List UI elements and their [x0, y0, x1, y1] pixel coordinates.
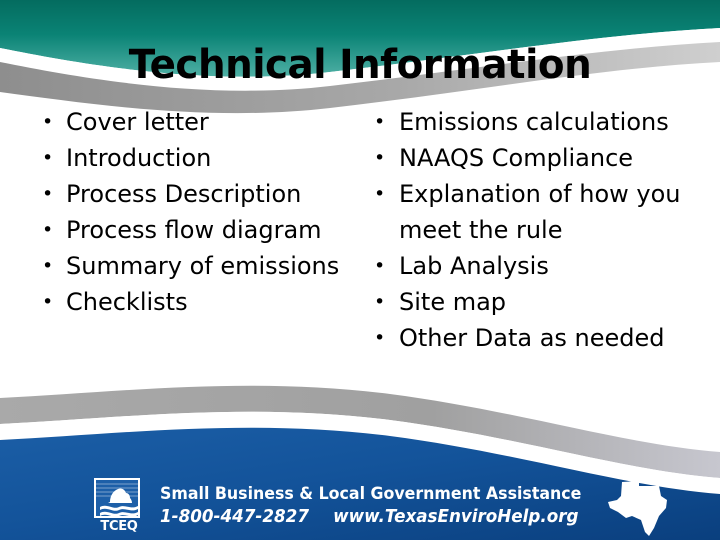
- footer-website[interactable]: www.TexasEnviroHelp.org: [333, 506, 578, 527]
- footer-program-name: Small Business & Local Government Assist…: [160, 484, 582, 504]
- list-item: Cover letter: [30, 104, 360, 140]
- list-item: Emissions calculations: [364, 104, 704, 140]
- list-item: Explanation of how you meet the rule: [364, 176, 704, 248]
- tceq-logo-wordmark: TCEQ: [100, 519, 138, 534]
- list-item: Summary of emissions: [30, 248, 360, 284]
- list-item: NAAQS Compliance: [364, 140, 704, 176]
- left-bullet-list: Cover letter Introduction Process Descri…: [30, 104, 360, 320]
- tceq-mountain-water-logo-icon: [94, 478, 140, 518]
- list-item: Lab Analysis: [364, 248, 704, 284]
- footer-contact-line: 1-800-447-2827 www.TexasEnviroHelp.org: [160, 505, 578, 529]
- right-bullet-list: Emissions calculations NAAQS Compliance …: [364, 104, 704, 356]
- left-bullet-column: Cover letter Introduction Process Descri…: [30, 104, 360, 320]
- list-item: Other Data as needed: [364, 320, 704, 356]
- list-item: Introduction: [30, 140, 360, 176]
- list-item: Checklists: [30, 284, 360, 320]
- list-item: Process flow diagram: [30, 212, 360, 248]
- footer-gray-wave: [0, 385, 720, 478]
- list-item: Site map: [364, 284, 704, 320]
- list-item: Process Description: [30, 176, 360, 212]
- right-bullet-column: Emissions calculations NAAQS Compliance …: [364, 104, 704, 356]
- slide-title: Technical Information: [128, 42, 592, 88]
- footer-phone[interactable]: 1-800-447-2827: [160, 506, 309, 527]
- texas-state-outline-icon: [608, 481, 667, 536]
- slide-canvas: Technical Information Cover letter Intro…: [0, 0, 720, 540]
- tceq-logo: TCEQ: [94, 478, 144, 534]
- footer-contact-block: Small Business & Local Government Assist…: [160, 483, 582, 529]
